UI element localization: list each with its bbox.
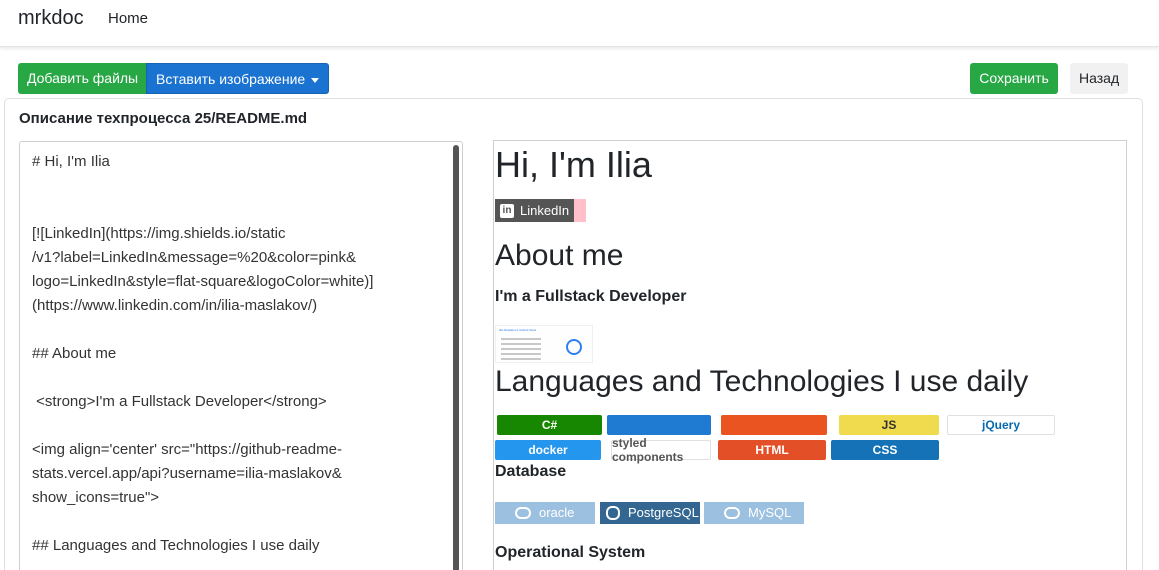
linkedin-badge-label: in LinkedIn bbox=[495, 199, 575, 222]
editor-text[interactable]: # Hi, I'm Ilia [![LinkedIn](https://img.s… bbox=[32, 150, 402, 558]
stats-row bbox=[501, 338, 541, 340]
caret-down-icon bbox=[311, 77, 320, 83]
insert-image-dropdown[interactable]: Вставить изображение bbox=[146, 63, 329, 94]
tech-badge bbox=[607, 415, 711, 435]
add-files-button[interactable]: Добавить файлы bbox=[18, 63, 146, 94]
editor-line: [![LinkedIn](https://img.shields.io/stat… bbox=[32, 225, 286, 242]
tech-badge: docker bbox=[495, 440, 601, 460]
postgresql-icon bbox=[606, 506, 620, 520]
editor-line: show_icons=true"> bbox=[32, 489, 160, 506]
os-heading: Operational System bbox=[495, 544, 646, 561]
stats-row bbox=[501, 343, 541, 345]
markdown-editor[interactable]: # Hi, I'm Ilia [![LinkedIn](https://img.s… bbox=[19, 141, 463, 570]
stats-title: Ilia Maslakov's GitHub Stats bbox=[499, 328, 537, 332]
editor-line: # Hi, I'm Ilia bbox=[32, 153, 110, 170]
linkedin-badge[interactable]: in LinkedIn bbox=[495, 199, 587, 222]
editor-line: <img align='center' src="https://github-… bbox=[32, 441, 342, 458]
oracle-icon bbox=[515, 507, 531, 519]
tech-badge bbox=[721, 415, 827, 435]
database-heading: Database bbox=[495, 463, 567, 480]
db-badge: PostgreSQL bbox=[600, 502, 700, 524]
stats-row bbox=[501, 353, 541, 355]
editor-scrollbar[interactable] bbox=[453, 145, 459, 570]
save-button[interactable]: Сохранить bbox=[970, 63, 1058, 94]
about-heading: About me bbox=[495, 239, 624, 272]
editor-line: logo=LinkedIn&style=flat-square&logoColo… bbox=[32, 273, 374, 290]
editor-line: ## Languages and Technologies I use dail… bbox=[32, 537, 320, 554]
db-badge: MySQL bbox=[704, 502, 804, 524]
nav-home-link[interactable]: Home bbox=[108, 10, 148, 27]
linkedin-badge-message bbox=[574, 199, 587, 222]
tech-badge: CSS bbox=[831, 440, 939, 460]
languages-heading: Languages and Technologies I use daily bbox=[495, 365, 1029, 398]
db-badge-label: PostgreSQL bbox=[628, 505, 699, 520]
preview-h1: Hi, I'm Ilia bbox=[495, 144, 652, 185]
brand-link[interactable]: mrkdoc bbox=[18, 7, 84, 30]
stats-row bbox=[501, 358, 541, 360]
stats-rank-ring bbox=[566, 339, 582, 355]
markdown-preview: Hi, I'm Ilia in LinkedIn About me I'm a … bbox=[493, 140, 1127, 570]
linkedin-icon: in bbox=[500, 203, 514, 218]
navbar: mrkdoc Home bbox=[0, 0, 1159, 47]
card-title: Описание техпроцесса 25/README.md bbox=[19, 110, 308, 127]
editor-line: stats.vercel.app/api?username=ilia-masla… bbox=[32, 465, 342, 482]
stats-row bbox=[501, 348, 541, 350]
editor-line: (https://www.linkedin.com/in/ilia-maslak… bbox=[32, 297, 318, 314]
tech-badge: C# bbox=[497, 415, 602, 435]
linkedin-badge-text: LinkedIn bbox=[520, 203, 570, 218]
db-badge-label: oracle bbox=[539, 505, 575, 520]
back-button[interactable]: Назад bbox=[1070, 63, 1128, 94]
fullstack-text: I'm a Fullstack Developer bbox=[495, 288, 687, 305]
editor-line: <strong>I'm a Fullstack Developer</stron… bbox=[32, 393, 327, 410]
db-badge: oracle bbox=[495, 502, 595, 524]
editor-line: ## About me bbox=[32, 345, 117, 362]
editor-line: /v1?label=LinkedIn&message=%20&color=pin… bbox=[32, 249, 356, 266]
insert-image-label: Вставить изображение bbox=[156, 71, 306, 87]
tech-badge: HTML bbox=[718, 440, 826, 460]
github-stats-image: Ilia Maslakov's GitHub Stats bbox=[495, 325, 593, 363]
tech-badge: JS bbox=[839, 415, 939, 435]
tech-badge: styled components bbox=[611, 436, 711, 464]
db-badge-label: MySQL bbox=[748, 505, 792, 520]
mysql-icon bbox=[724, 507, 740, 519]
tech-badge: jQuery bbox=[947, 415, 1055, 435]
